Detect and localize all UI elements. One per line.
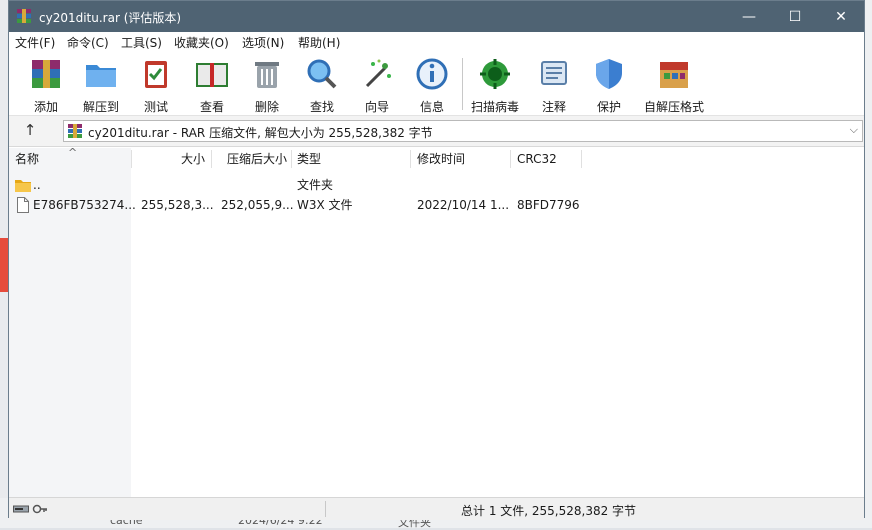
- extract-to-button[interactable]: 解压到: [73, 56, 129, 115]
- add-archive-icon: [32, 60, 60, 88]
- menu-help[interactable]: 帮助(H): [298, 34, 340, 51]
- column-divider[interactable]: [510, 150, 511, 168]
- column-header-modified[interactable]: 修改时间: [417, 148, 507, 170]
- file-icon: [17, 197, 29, 213]
- view-button-label: 查看: [199, 100, 224, 114]
- find-button-label: 查找: [309, 100, 334, 114]
- file-crc32: 8BFD7796: [517, 198, 580, 212]
- table-row[interactable]: E786FB753274... 255,528,3... 252,055,9..…: [9, 195, 864, 215]
- wizard-button-label: 向导: [364, 100, 389, 114]
- path-combobox[interactable]: cy201ditu.rar - RAR 压缩文件, 解包大小为 255,528,…: [63, 120, 863, 142]
- add-button-label: 添加: [33, 100, 58, 114]
- sfx-button[interactable]: 自解压格式: [642, 56, 706, 115]
- sfx-box-icon: [660, 62, 688, 88]
- column-header-name[interactable]: 名称 ^: [15, 146, 129, 170]
- column-header-size[interactable]: 大小: [131, 148, 205, 170]
- winrar-app-icon: [17, 9, 31, 23]
- folder-icon: [15, 180, 31, 192]
- protect-button[interactable]: 保护: [581, 56, 637, 115]
- desktop-background-right: [864, 0, 872, 528]
- title-bar[interactable]: cy201ditu.rar (评估版本) — ☐ ✕: [9, 1, 864, 32]
- file-name: ..: [33, 178, 41, 192]
- virus-scan-icon: [480, 59, 510, 89]
- maximize-button[interactable]: ☐: [772, 1, 818, 32]
- shield-icon: [596, 59, 622, 89]
- comment-button-label: 注释: [541, 100, 566, 114]
- file-type: 文件夹: [297, 178, 334, 192]
- address-bar: ↑ cy201ditu.rar - RAR 压缩文件, 解包大小为 255,52…: [9, 116, 864, 147]
- column-divider[interactable]: [291, 150, 292, 168]
- extract-to-button-label: 解压到: [82, 100, 119, 114]
- minimize-button[interactable]: —: [726, 1, 772, 32]
- file-modified: 2022/10/14 1...: [417, 198, 510, 212]
- virus-scan-button-label: 扫描病毒: [470, 100, 519, 114]
- menu-file[interactable]: 文件(F): [15, 34, 55, 51]
- file-list: 名称 ^ 大小 压缩后大小 类型 修改时间 CRC32 .. 文件夹 E786F…: [9, 146, 864, 497]
- test-clipboard-icon: [145, 61, 167, 88]
- delete-button[interactable]: 删除: [239, 56, 295, 115]
- toolbar: 添加 解压到 测试 查看 删除 查找 向导 信息 扫描病毒 注释 保护 自解压格…: [9, 52, 864, 116]
- column-divider[interactable]: [410, 150, 411, 168]
- trash-icon: [255, 62, 279, 88]
- add-button[interactable]: 添加: [18, 56, 74, 115]
- column-header-crc32[interactable]: CRC32: [517, 148, 577, 170]
- key-icon[interactable]: [32, 502, 48, 516]
- status-separator: [325, 501, 326, 517]
- window-title: cy201ditu.rar (评估版本): [39, 11, 182, 25]
- menu-commands[interactable]: 命令(C): [67, 34, 109, 51]
- wizard-button[interactable]: 向导: [349, 56, 405, 115]
- view-book-icon: [196, 63, 228, 87]
- column-name-label: 名称: [15, 152, 40, 166]
- protect-button-label: 保护: [596, 100, 621, 114]
- magnifier-icon: [307, 59, 337, 89]
- menu-favorites[interactable]: 收藏夹(O): [174, 34, 229, 51]
- column-header-packed[interactable]: 压缩后大小: [211, 148, 287, 170]
- view-button[interactable]: 查看: [184, 56, 240, 115]
- extract-folder-icon: [86, 65, 116, 87]
- winrar-window: cy201ditu.rar (评估版本) — ☐ ✕ 文件(F) 命令(C) 工…: [8, 0, 865, 520]
- menu-options[interactable]: 选项(N): [242, 34, 284, 51]
- file-type: W3X 文件: [297, 198, 353, 212]
- status-bar: 总计 1 文件, 255,528,382 字节: [9, 497, 864, 520]
- test-button[interactable]: 测试: [128, 56, 184, 115]
- sfx-button-label: 自解压格式: [643, 100, 704, 114]
- column-header-type[interactable]: 类型: [297, 148, 407, 170]
- table-row[interactable]: .. 文件夹: [9, 175, 864, 195]
- test-button-label: 测试: [143, 100, 168, 114]
- info-button[interactable]: 信息: [404, 56, 460, 115]
- comment-button[interactable]: 注释: [526, 56, 582, 115]
- find-button[interactable]: 查找: [294, 56, 350, 115]
- up-arrow-icon[interactable]: ↑: [17, 121, 43, 141]
- menu-tools[interactable]: 工具(S): [121, 34, 162, 51]
- menu-bar: 文件(F) 命令(C) 工具(S) 收藏夹(O) 选项(N) 帮助(H): [9, 32, 864, 52]
- delete-button-label: 删除: [254, 100, 279, 114]
- file-size: 255,528,3...: [141, 198, 214, 212]
- drive-icon: [13, 505, 29, 513]
- rar-file-icon: [68, 124, 82, 138]
- toolbar-separator: [462, 58, 463, 110]
- status-summary: 总计 1 文件, 255,528,382 字节: [461, 504, 637, 518]
- comment-icon: [541, 61, 567, 85]
- virus-scan-button[interactable]: 扫描病毒: [467, 56, 523, 115]
- column-divider[interactable]: [581, 150, 582, 168]
- close-button[interactable]: ✕: [818, 1, 864, 32]
- chevron-down-icon[interactable]: ⌵: [850, 123, 858, 137]
- info-icon: [416, 58, 448, 90]
- info-button-label: 信息: [419, 100, 444, 114]
- file-name: E786FB753274...: [33, 198, 136, 212]
- wizard-wand-icon: [365, 59, 391, 88]
- file-packed-size: 252,055,9...: [221, 198, 294, 212]
- archive-path-text: cy201ditu.rar - RAR 压缩文件, 解包大小为 255,528,…: [88, 126, 433, 140]
- sort-ascending-icon: ^: [68, 146, 78, 159]
